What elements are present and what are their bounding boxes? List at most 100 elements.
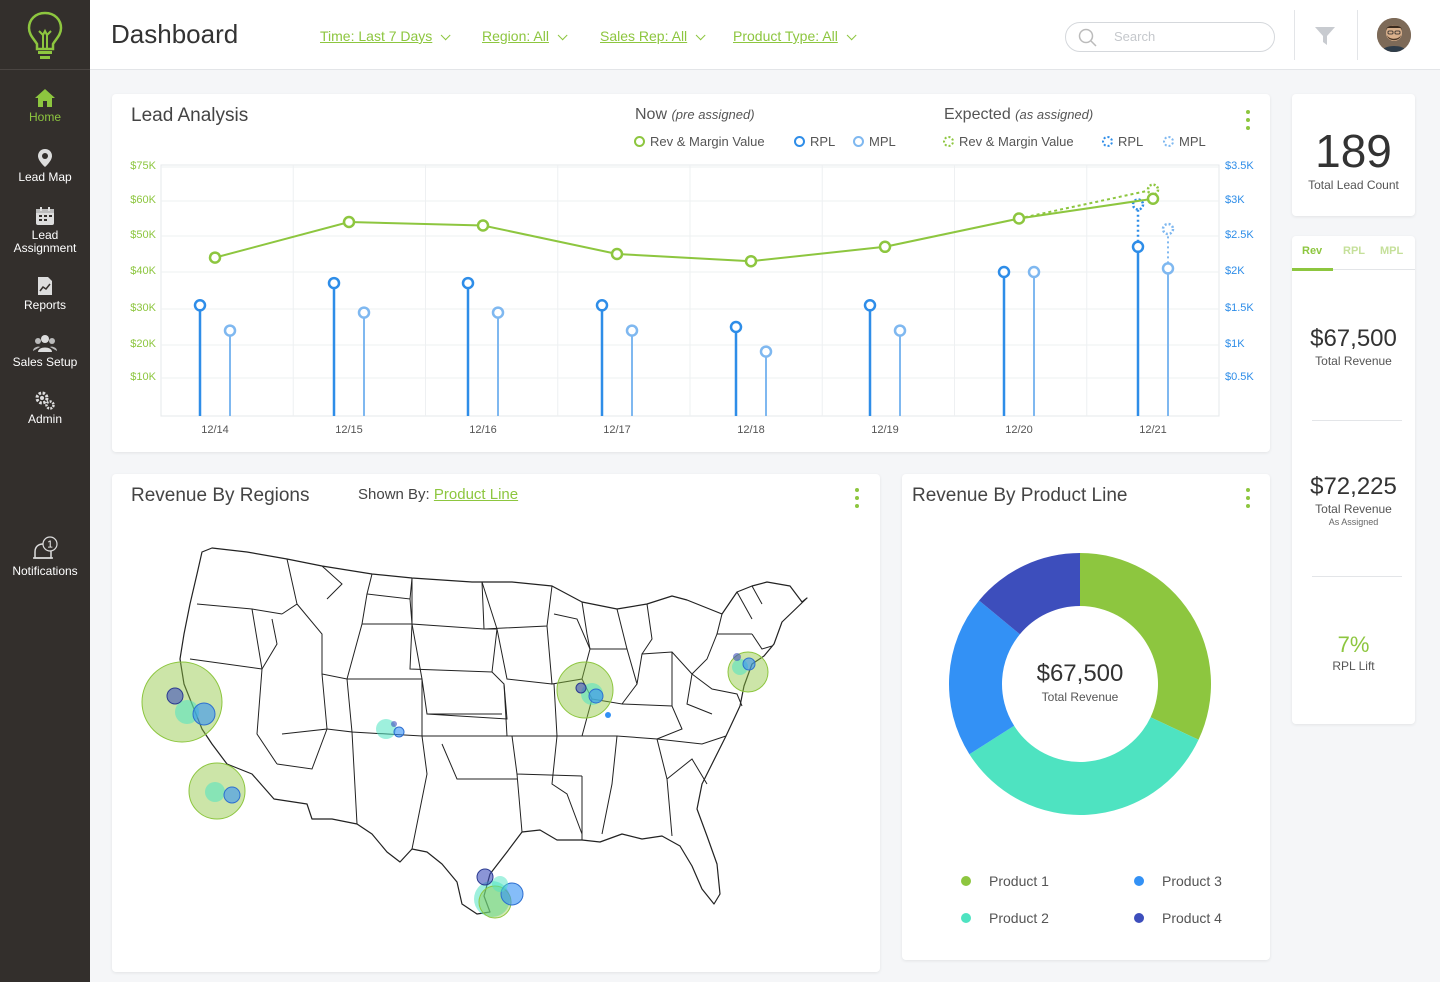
search-box[interactable] (1065, 22, 1275, 52)
total-revenue-value: $67,500 (1310, 325, 1397, 352)
total-revenue-label: Total Revenue (1315, 354, 1392, 368)
rpl-point (193, 299, 207, 312)
y-tick-left: $60K (130, 194, 156, 206)
rev-point (342, 215, 356, 229)
y-tick-left: $75K (130, 160, 156, 172)
header-divider (1357, 10, 1358, 60)
sidebar-item-label: Lead Assignment (13, 228, 77, 255)
mpl-point (491, 306, 505, 319)
legend-marker (1134, 913, 1144, 923)
donut-center-label: Total Revenue (1041, 690, 1119, 704)
y-tick-right: $3.5K (1225, 160, 1254, 172)
search-input[interactable] (1114, 29, 1264, 44)
assigned-revenue-label: Total Revenue (1315, 502, 1392, 516)
tab-rpl[interactable]: RPL (1343, 245, 1365, 257)
us-outline (179, 547, 808, 915)
rev-point (878, 240, 892, 254)
bell-icon: 1 (33, 536, 58, 559)
lead-count-label: Total Lead Count (1308, 178, 1399, 192)
sidebar-item-reports[interactable]: Reports (0, 276, 90, 312)
legend-product-2[interactable]: Product 2 (961, 910, 1049, 926)
legend-marker (961, 876, 971, 886)
y-tick-right: $3K (1225, 194, 1245, 206)
filter-label: Sales Rep: All (600, 28, 688, 44)
rev-line (214, 197, 1154, 263)
filter-region[interactable]: Region: All (482, 28, 568, 44)
sidebar-item-label: Sales Setup (12, 355, 78, 369)
filter-label: Region: All (482, 28, 549, 44)
sidebar-item-sales-setup[interactable]: Sales Setup (0, 333, 90, 369)
y-tick-left: $40K (130, 265, 156, 277)
chevron-down-icon (846, 30, 857, 41)
mpl-point (1027, 265, 1041, 279)
lead-count-card: 189 Total Lead Count (1292, 94, 1415, 216)
sidebar-item-label: Reports (23, 298, 67, 312)
filter-label: Product Type: All (733, 28, 838, 44)
y-tick-left: $30K (130, 302, 156, 314)
filter-icon[interactable] (1314, 25, 1336, 47)
rpl-lift-value: 7% (1337, 632, 1370, 657)
donut-center-value: $67,500 (1036, 660, 1124, 687)
x-tick: 12/17 (603, 424, 631, 436)
y-tick-left: $50K (130, 229, 156, 241)
calendar-icon (36, 207, 54, 225)
sidebar-item-label: Admin (27, 412, 62, 426)
avatar[interactable] (1377, 18, 1411, 52)
mpl-expected-point (1161, 222, 1175, 236)
mpl-point (357, 306, 371, 319)
donut-slice (1080, 553, 1211, 740)
rpl-point (327, 276, 341, 290)
filter-time[interactable]: Time: Last 7 Days (320, 28, 451, 44)
rev-point (1012, 212, 1026, 225)
sidebar: Home Lead Map Lead Assignment Reports Sa… (0, 0, 90, 982)
chevron-down-icon (440, 30, 451, 41)
logo[interactable] (0, 0, 90, 70)
y-tick-left: $10K (130, 371, 156, 383)
x-tick: 12/16 (469, 424, 497, 436)
filter-label: Time: Last 7 Days (320, 28, 433, 44)
rpl-point (863, 299, 877, 312)
rev-point (744, 254, 758, 268)
tab-rev[interactable]: Rev (1302, 245, 1322, 257)
mpl-point (625, 324, 639, 337)
header: Dashboard Time: Last 7 Days Region: All … (90, 0, 1440, 70)
x-tick: 12/15 (335, 424, 363, 436)
us-map (141, 547, 808, 919)
legend-label: Product 1 (989, 873, 1049, 889)
assigned-revenue-value: $72,225 (1310, 473, 1397, 500)
lead-analysis-chart (160, 164, 1220, 417)
sidebar-item-lead-map[interactable]: Lead Map (0, 148, 90, 184)
rpl-point (729, 320, 743, 334)
sidebar-item-admin[interactable]: Admin (0, 390, 90, 426)
legend-label: Product 3 (1162, 873, 1222, 889)
legend-product-1[interactable]: Product 1 (961, 873, 1049, 889)
stat-divider (1312, 420, 1402, 421)
sidebar-item-home[interactable]: Home (0, 88, 90, 124)
rpl-point (461, 276, 475, 290)
filter-product-type[interactable]: Product Type: All (733, 28, 857, 44)
rev-expected-line (1018, 188, 1154, 220)
page-title: Dashboard (111, 19, 239, 49)
stat-divider (1312, 576, 1402, 577)
mpl-point (1161, 262, 1175, 275)
gears-icon (35, 391, 55, 410)
y-tick-right: $1K (1225, 338, 1245, 350)
legend-product-4[interactable]: Product 4 (1134, 910, 1222, 926)
search-icon (1078, 28, 1097, 47)
legend-marker (961, 913, 971, 923)
filter-sales-rep[interactable]: Sales Rep: All (600, 28, 706, 44)
chevron-down-icon (557, 30, 568, 41)
x-tick: 12/20 (1005, 424, 1033, 436)
sidebar-item-notifications[interactable]: 1 Notifications (0, 536, 90, 578)
rpl-point (1131, 240, 1145, 254)
user-avatar-icon (1377, 18, 1411, 52)
rpl-point (997, 265, 1011, 279)
chevron-down-icon (695, 30, 706, 41)
sidebar-item-lead-assignment[interactable]: Lead Assignment (0, 206, 90, 255)
legend-product-3[interactable]: Product 3 (1134, 873, 1222, 889)
x-tick: 12/18 (737, 424, 765, 436)
y-tick-right: $2K (1225, 265, 1245, 277)
legend-label: Product 4 (1162, 910, 1222, 926)
tab-mpl[interactable]: MPL (1380, 245, 1403, 257)
revenue-by-product-line-card: Revenue By Product Line $67,500 Total Re… (902, 474, 1270, 960)
